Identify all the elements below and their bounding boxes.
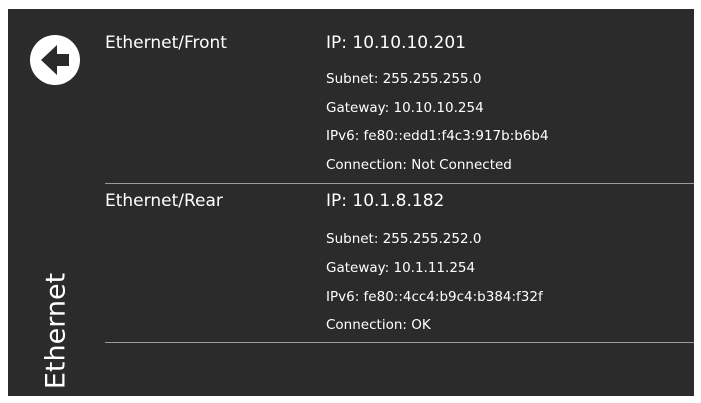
ipv6-value: IPv6: fe80::edd1:f4c3:917b:b6b4 <box>326 128 549 144</box>
interface-name: Ethernet/Rear <box>105 191 223 211</box>
section-divider <box>105 342 694 343</box>
interface-front: Ethernet/Front IP: 10.10.10.201 Subnet: … <box>105 33 694 181</box>
section-divider <box>105 183 694 184</box>
gateway-value: Gateway: 10.10.10.254 <box>326 100 484 116</box>
connection-status: Connection: OK <box>326 317 431 333</box>
subnet-value: Subnet: 255.255.255.0 <box>326 71 482 87</box>
interface-name: Ethernet/Front <box>105 33 227 53</box>
ethernet-screen: Ethernet Ethernet/Front IP: 10.10.10.201… <box>8 9 694 396</box>
ip-address: IP: 10.10.10.201 <box>326 33 466 53</box>
subnet-value: Subnet: 255.255.252.0 <box>326 231 482 247</box>
interfaces-list: Ethernet/Front IP: 10.10.10.201 Subnet: … <box>8 9 694 396</box>
ip-address: IP: 10.1.8.182 <box>326 191 445 211</box>
connection-status: Connection: Not Connected <box>326 157 512 173</box>
ipv6-value: IPv6: fe80::4cc4:b9c4:b384:f32f <box>326 289 543 305</box>
interface-rear: Ethernet/Rear IP: 10.1.8.182 Subnet: 255… <box>105 191 694 339</box>
gateway-value: Gateway: 10.1.11.254 <box>326 260 476 276</box>
